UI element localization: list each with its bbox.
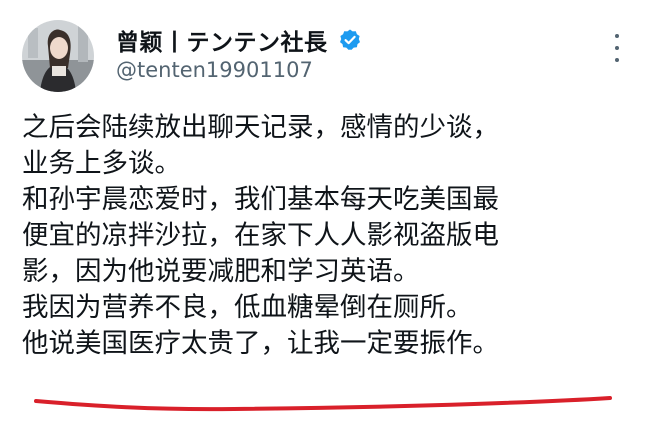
author-display-name[interactable]: 曾颖丨テンテン社長 (116, 23, 328, 57)
avatar-image (22, 20, 94, 92)
post-text-line: 业务上多谈。 (22, 148, 181, 179)
red-underline-annotation (34, 396, 612, 412)
post-text-line: 影，因为他说要减肥和学习英语。 (22, 256, 420, 287)
post-text: 之后会陆续放出聊天记录，感情的少谈， 业务上多谈。 和孙宇晨恋爱时，我们基本每天… (22, 110, 634, 362)
post-text-line: 我因为营养不良，低血糖晕倒在厕所。 (22, 292, 473, 323)
post-text-line: 他说美国医疗太贵了，让我一定要振作。 (22, 328, 499, 359)
post-text-line: 之后会陆续放出聊天记录，感情的少谈， (22, 112, 499, 143)
post-text-line: 便宜的凉拌沙拉，在家下人人影视盗版电 (22, 220, 499, 251)
verified-badge-icon (338, 28, 362, 52)
author-name-row[interactable]: 曾颖丨テンテン社長 (116, 24, 362, 56)
more-options-icon[interactable] (612, 34, 622, 62)
post-header: 曾颖丨テンテン社長 @tenten19901107 (22, 20, 632, 92)
author-handle[interactable]: @tenten19901107 (116, 58, 313, 82)
post-text-line: 和孙宇晨恋爱时，我们基本每天吃美国最 (22, 184, 499, 215)
tweet-post: 曾颖丨テンテン社長 @tenten19901107 之后会陆续放出聊天记录，感情… (0, 0, 650, 429)
avatar[interactable] (22, 20, 94, 92)
